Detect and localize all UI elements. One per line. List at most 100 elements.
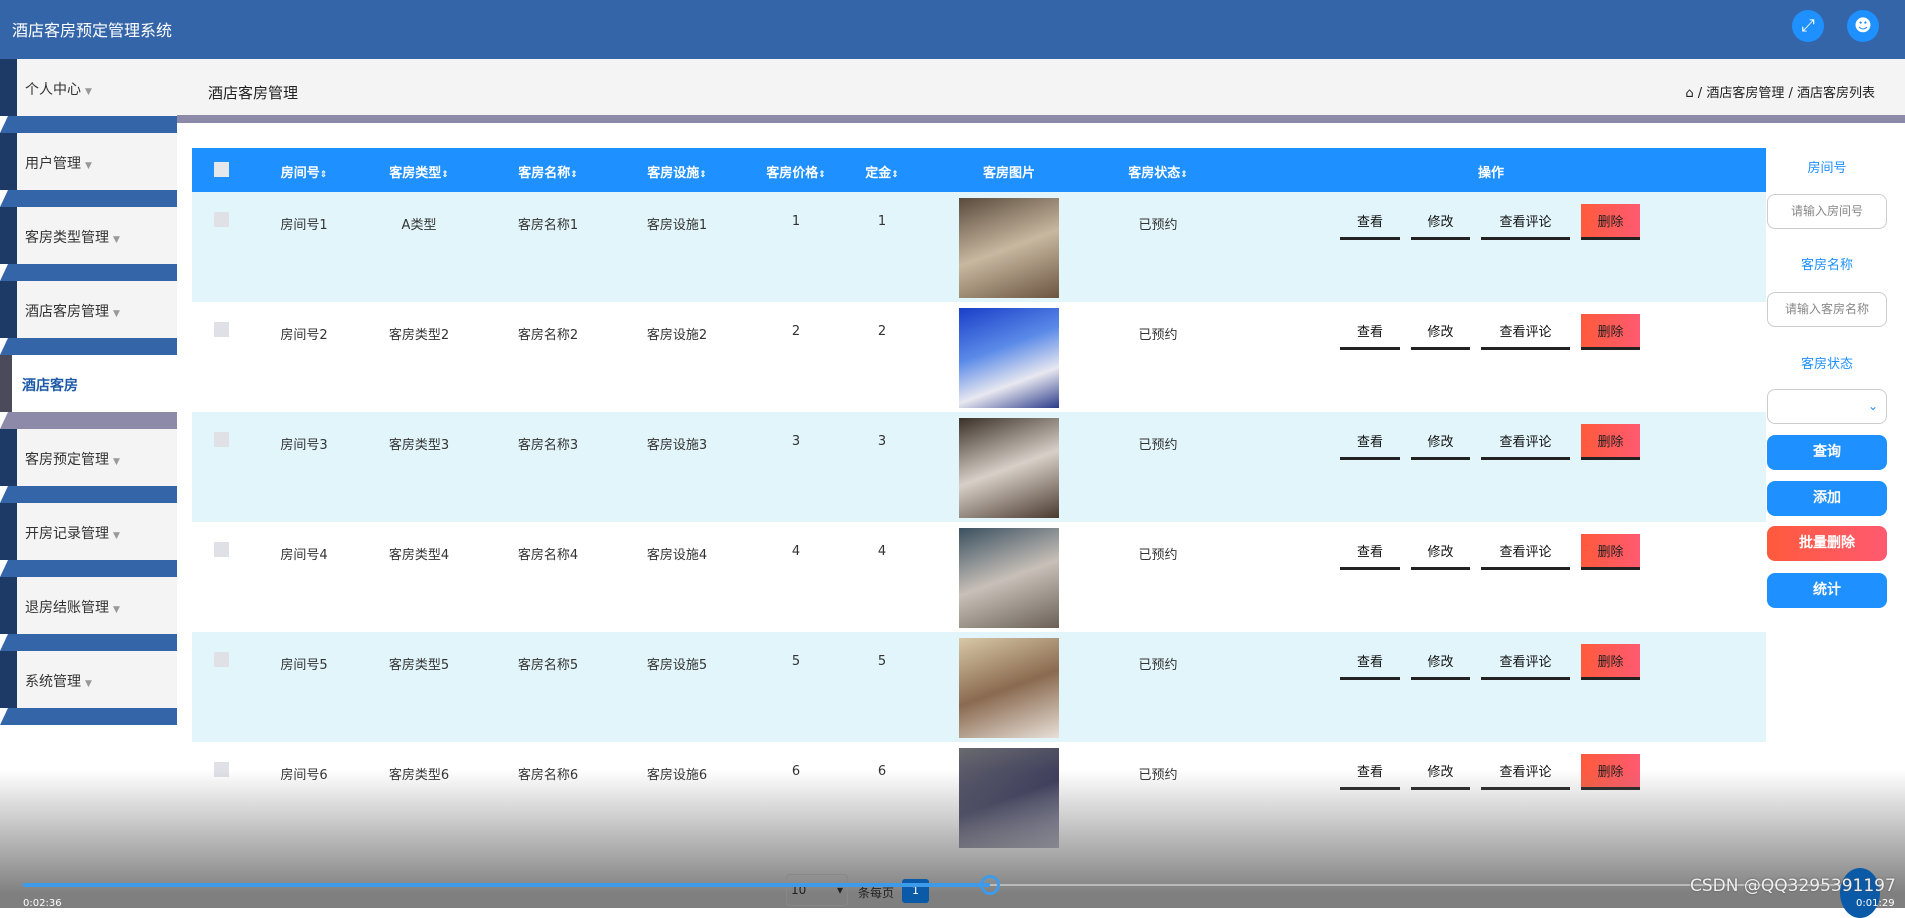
sort-icon: ⇕ bbox=[699, 170, 707, 180]
chevron-down-icon: ⌄ bbox=[1867, 399, 1878, 413]
sidebar-item[interactable]: 个人中心 ▼ bbox=[0, 59, 177, 133]
delete-button[interactable]: 删除 bbox=[1581, 204, 1640, 240]
column-header: 操作 bbox=[1478, 162, 1504, 181]
edit-button[interactable]: 修改 bbox=[1411, 644, 1470, 680]
breadcrumb-item[interactable]: 酒店客房管理 bbox=[1706, 86, 1784, 101]
cell-name: 客房名称5 bbox=[517, 658, 579, 673]
fullscreen-icon[interactable]: ⤢ bbox=[1792, 10, 1824, 42]
name-input[interactable]: 请输入客房名称 bbox=[1767, 292, 1887, 327]
delete-button[interactable]: 删除 bbox=[1581, 644, 1640, 680]
cell-deposit: 4 bbox=[877, 544, 887, 559]
edit-button[interactable]: 修改 bbox=[1411, 754, 1470, 790]
sidebar-item[interactable]: 客房预定管理 ▼ bbox=[0, 429, 177, 503]
room-photo[interactable] bbox=[959, 418, 1059, 518]
sidebar-edge bbox=[0, 207, 17, 264]
column-header[interactable]: 客房名称⇕ bbox=[518, 162, 578, 181]
cell-room: 房间号4 bbox=[280, 548, 328, 563]
sidebar-edge bbox=[0, 59, 17, 116]
add-button[interactable]: 添加 bbox=[1767, 481, 1887, 516]
column-header[interactable]: 客房价格⇕ bbox=[766, 162, 826, 181]
sidebar-item[interactable]: 客房类型管理 ▼ bbox=[0, 207, 177, 281]
room-input[interactable]: 请输入房间号 bbox=[1767, 194, 1887, 229]
row-checkbox[interactable] bbox=[214, 652, 229, 667]
cell-price: 2 bbox=[791, 324, 801, 339]
view-button[interactable]: 查看 bbox=[1340, 534, 1400, 570]
delete-button[interactable]: 删除 bbox=[1581, 754, 1640, 790]
column-header-label: 客房类型 bbox=[389, 166, 442, 181]
user-icon[interactable]: ☻ bbox=[1847, 10, 1879, 42]
sidebar-item-body: 客房类型管理 ▼ bbox=[17, 207, 177, 264]
view-comments-button[interactable]: 查看评论 bbox=[1481, 754, 1570, 790]
sidebar-item[interactable]: 开房记录管理 ▼ bbox=[0, 503, 177, 577]
sidebar-item-body: 个人中心 ▼ bbox=[17, 59, 177, 116]
video-progress-thumb[interactable] bbox=[980, 875, 1001, 895]
view-button[interactable]: 查看 bbox=[1340, 314, 1400, 350]
view-button[interactable]: 查看 bbox=[1340, 424, 1400, 460]
column-header[interactable]: 客房设施⇕ bbox=[647, 162, 707, 181]
view-button[interactable]: 查看 bbox=[1340, 754, 1400, 790]
cell-price: 5 bbox=[791, 654, 801, 669]
sidebar-item[interactable]: 酒店客房管理 ▼ bbox=[0, 281, 177, 355]
row-checkbox[interactable] bbox=[214, 542, 229, 557]
sort-icon: ⇕ bbox=[818, 170, 826, 180]
cell-room: 房间号2 bbox=[280, 328, 328, 343]
column-header[interactable]: 定金⇕ bbox=[865, 162, 899, 181]
cell-status: 已预约 bbox=[1138, 218, 1178, 233]
edit-button[interactable]: 修改 bbox=[1411, 534, 1470, 570]
room-photo[interactable] bbox=[959, 528, 1059, 628]
row-checkbox[interactable] bbox=[214, 762, 229, 777]
stats-button[interactable]: 统计 bbox=[1767, 573, 1887, 608]
column-header[interactable]: 房间号⇕ bbox=[281, 162, 328, 181]
view-button[interactable]: 查看 bbox=[1340, 644, 1400, 680]
room-photo[interactable] bbox=[959, 198, 1059, 298]
sidebar-item[interactable]: 用户管理 ▼ bbox=[0, 133, 177, 207]
delete-button[interactable]: 删除 bbox=[1581, 314, 1640, 350]
room-photo[interactable] bbox=[959, 638, 1059, 738]
sidebar-item[interactable]: 退房结账管理 ▼ bbox=[0, 577, 177, 651]
cell-price: 6 bbox=[791, 764, 801, 779]
cell-deposit: 1 bbox=[877, 214, 887, 229]
row-checkbox[interactable] bbox=[214, 212, 229, 227]
name-label: 客房名称 bbox=[1800, 258, 1853, 273]
view-comments-button[interactable]: 查看评论 bbox=[1481, 534, 1570, 570]
cell-price: 4 bbox=[791, 544, 801, 559]
view-comments-button[interactable]: 查看评论 bbox=[1481, 204, 1570, 240]
status-select[interactable]: ⌄ bbox=[1767, 389, 1887, 424]
table-row: 房间号3 客房类型3 客房名称3 客房设施3 3 3 已预约 查看 修改 查看评论 删除 bbox=[192, 412, 1766, 522]
home-icon[interactable]: ⌂ bbox=[1685, 86, 1693, 101]
row-checkbox[interactable] bbox=[214, 322, 229, 337]
edit-button[interactable]: 修改 bbox=[1411, 424, 1470, 460]
edit-button[interactable]: 修改 bbox=[1411, 314, 1470, 350]
row-checkbox[interactable] bbox=[214, 432, 229, 447]
view-comments-button[interactable]: 查看评论 bbox=[1481, 424, 1570, 460]
cell-type: 客房类型4 bbox=[388, 548, 450, 563]
select-all-checkbox[interactable] bbox=[214, 162, 229, 177]
page-size-select[interactable]: 10 ▾ bbox=[786, 874, 848, 906]
batch-delete-button[interactable]: 批量删除 bbox=[1767, 526, 1887, 561]
sidebar-item[interactable]: 酒店客房 bbox=[0, 355, 177, 429]
room-photo[interactable] bbox=[959, 748, 1059, 848]
delete-button[interactable]: 删除 bbox=[1581, 534, 1640, 570]
view-comments-button[interactable]: 查看评论 bbox=[1481, 644, 1570, 680]
caret-down-icon: ▼ bbox=[85, 679, 92, 689]
caret-down-icon: ▼ bbox=[113, 457, 120, 467]
cell-status: 已预约 bbox=[1138, 328, 1178, 343]
caret-down-icon: ▼ bbox=[113, 235, 120, 245]
room-photo[interactable] bbox=[959, 308, 1059, 408]
column-header[interactable]: 客房状态⇕ bbox=[1128, 162, 1188, 181]
cell-deposit: 3 bbox=[877, 434, 887, 449]
view-button[interactable]: 查看 bbox=[1340, 204, 1400, 240]
table-header: 房间号⇕ 客房类型⇕ 客房名称⇕ 客房设施⇕ 客房价格⇕ 定金⇕ 客房图片 客房状态⇕ 操作 bbox=[192, 148, 1766, 192]
sidebar-item-label: 开房记录管理 bbox=[25, 526, 109, 542]
query-button[interactable]: 查询 bbox=[1767, 435, 1887, 470]
view-comments-button[interactable]: 查看评论 bbox=[1481, 314, 1570, 350]
sidebar-item-label: 酒店客房管理 bbox=[25, 304, 109, 320]
column-header[interactable]: 客房类型⇕ bbox=[389, 162, 449, 181]
sidebar-item[interactable]: 系统管理 ▼ bbox=[0, 651, 177, 725]
edit-button[interactable]: 修改 bbox=[1411, 204, 1470, 240]
delete-button[interactable]: 删除 bbox=[1581, 424, 1640, 460]
cell-type: 客房类型3 bbox=[388, 438, 450, 453]
sidebar-stripe bbox=[0, 338, 177, 355]
watermark: CSDN @QQ3295391197 bbox=[1690, 876, 1896, 896]
cell-name: 客房名称2 bbox=[517, 328, 579, 343]
